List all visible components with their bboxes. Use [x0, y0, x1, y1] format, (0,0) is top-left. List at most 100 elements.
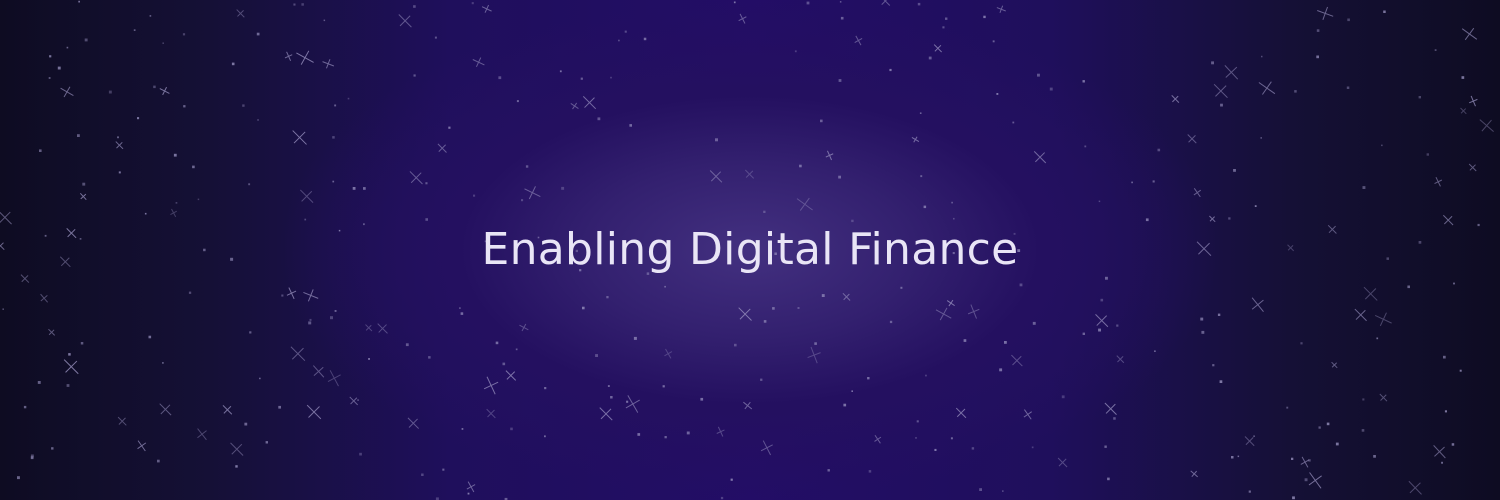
star-dot	[197, 198, 200, 201]
star-dot	[979, 488, 982, 491]
star-dot	[1219, 380, 1223, 383]
star-dot	[1100, 298, 1104, 302]
sparkle-icon	[796, 197, 813, 211]
star-dot	[1316, 55, 1319, 59]
star-dot	[308, 321, 312, 325]
star-dot	[242, 104, 245, 107]
sparkle-icon	[760, 440, 773, 456]
star-dot	[1383, 10, 1386, 13]
sparkle-icon	[1363, 286, 1378, 301]
star-dot	[516, 100, 519, 103]
star-dot	[495, 341, 499, 345]
sparkle-icon	[996, 5, 1006, 14]
sparkle-icon	[599, 407, 613, 421]
sparkle-icon	[1468, 163, 1477, 172]
star-dot	[118, 171, 121, 174]
sparkle-icon	[1011, 354, 1023, 367]
star-dot	[1376, 337, 1379, 340]
sparkle-icon	[377, 323, 388, 334]
star-dot	[999, 368, 1003, 372]
sparkle-icon	[472, 57, 485, 68]
star-dot	[153, 85, 156, 89]
sparkle-icon	[664, 348, 673, 359]
banner: Enabling Digital Finance	[0, 0, 1500, 500]
sparkle-icon	[1460, 107, 1467, 115]
star-dot	[1347, 18, 1350, 22]
star-dot	[900, 286, 903, 289]
star-dot	[1116, 324, 1119, 327]
sparkle-icon	[159, 86, 170, 96]
star-dot	[334, 310, 337, 312]
star-dot	[889, 68, 892, 72]
star-dot	[1261, 55, 1263, 58]
star-dot	[82, 182, 86, 186]
star-dot	[1098, 200, 1101, 203]
star-dot	[39, 149, 42, 152]
star-dot	[992, 40, 995, 43]
star-dot	[662, 385, 665, 388]
sparkle-icon	[743, 401, 753, 410]
star-dot	[2, 308, 4, 310]
star-dot	[580, 77, 583, 80]
star-dot	[1228, 217, 1231, 220]
sparkle-icon	[483, 376, 499, 395]
sparkle-icon	[1251, 297, 1264, 313]
star-dot	[323, 19, 326, 22]
star-dot	[916, 420, 919, 423]
star-dot	[352, 187, 356, 190]
sparkle-icon	[1469, 95, 1478, 107]
star-dot	[1019, 283, 1023, 287]
star-dot	[144, 212, 147, 215]
star-dot	[618, 39, 620, 42]
sparkle-icon	[1171, 95, 1180, 103]
star-dot	[1107, 477, 1110, 481]
star-dot	[510, 427, 513, 431]
star-dot	[772, 307, 775, 310]
star-dot	[23, 405, 27, 409]
sparkle-icon	[1433, 445, 1446, 459]
star-dot	[963, 339, 967, 342]
sparkle-icon	[115, 141, 124, 150]
star-dot	[923, 205, 927, 209]
sparkle-icon	[880, 0, 891, 6]
star-dot	[363, 187, 366, 190]
star-dot	[188, 291, 192, 294]
sparkle-icon	[933, 44, 943, 53]
star-dot	[461, 428, 464, 430]
star-dot	[1217, 313, 1221, 316]
star-dot	[1286, 406, 1289, 409]
sparkle-icon	[222, 405, 233, 415]
star-dot	[37, 381, 41, 384]
star-dot	[950, 437, 953, 440]
star-dot	[1300, 342, 1303, 345]
sparkle-icon	[159, 403, 172, 416]
star-dot	[425, 182, 428, 185]
star-dot	[148, 335, 152, 339]
star-dot	[425, 218, 428, 221]
star-dot	[293, 3, 296, 6]
sparkle-icon	[1095, 314, 1109, 328]
star-dot	[799, 164, 802, 168]
sparkle-icon	[625, 395, 640, 413]
star-dot	[868, 470, 872, 473]
star-dot	[733, 1, 736, 4]
sparkle-icon	[170, 208, 177, 218]
star-dot	[1434, 49, 1437, 51]
star-dot	[1418, 96, 1421, 99]
sparkle-icon	[946, 299, 955, 307]
sparkle-icon	[807, 346, 821, 364]
sparkle-icon	[1374, 312, 1392, 327]
star-dot	[442, 468, 445, 471]
star-dot	[867, 377, 870, 380]
star-dot	[1032, 321, 1036, 325]
sparkle-icon	[967, 304, 980, 319]
star-dot	[1082, 80, 1085, 83]
star-dot	[525, 165, 529, 168]
star-dot	[162, 42, 164, 44]
star-dot	[1292, 496, 1295, 500]
star-dot	[149, 15, 152, 17]
star-dot	[162, 362, 164, 364]
sparkle-icon	[505, 370, 517, 381]
star-dot	[413, 5, 416, 8]
star-dot	[1237, 455, 1240, 458]
